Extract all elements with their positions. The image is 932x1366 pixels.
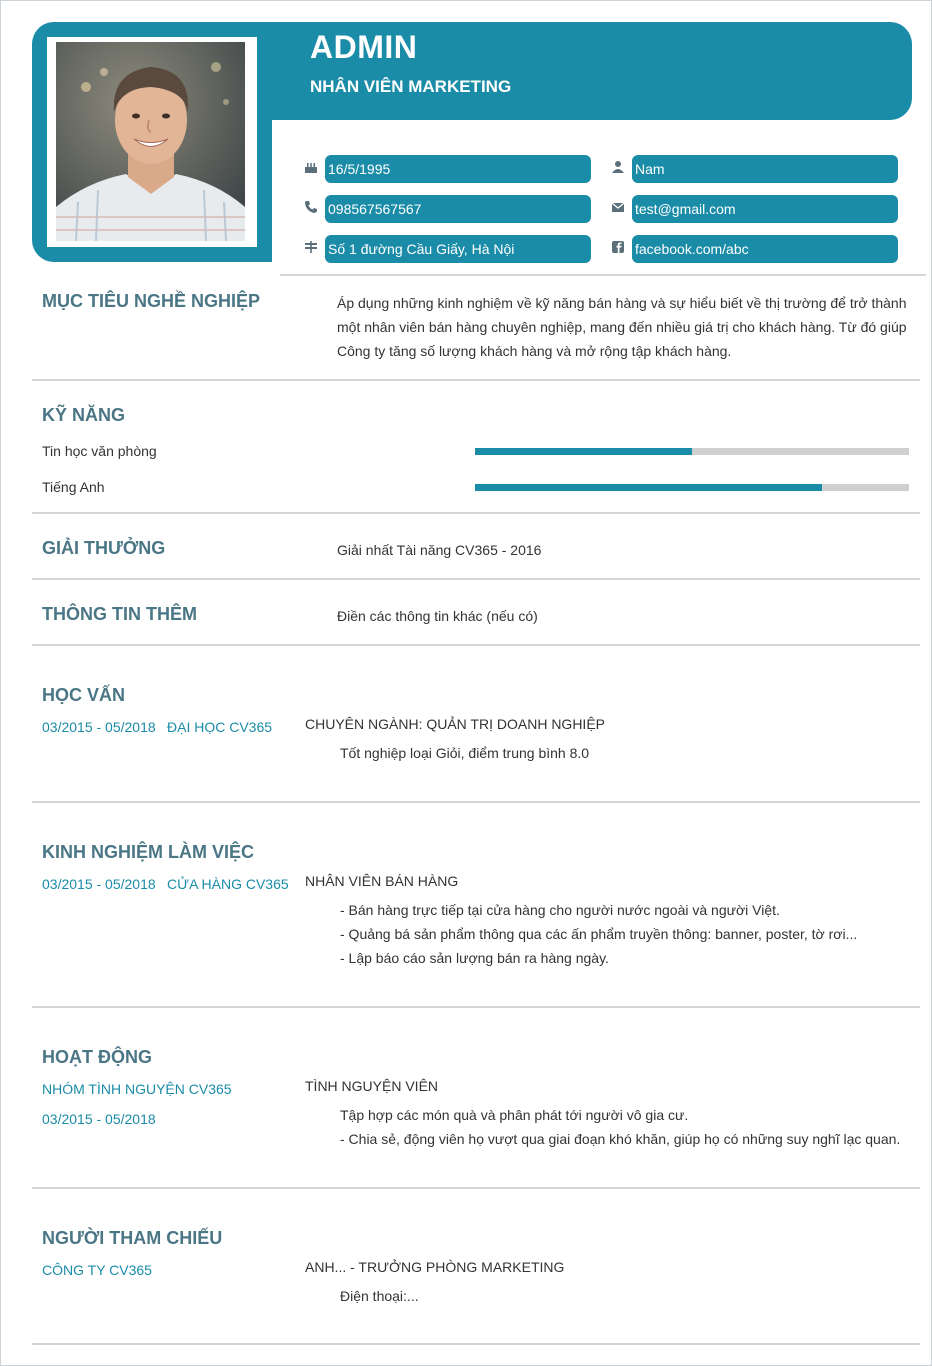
objective-line: Áp dụng những kinh nghiệm về kỹ năng bán… (337, 295, 907, 311)
map-marker-icon (303, 240, 319, 256)
phone-field: 098567567567 (325, 195, 591, 223)
skill-bar-fill (475, 484, 823, 491)
gender-field: Nam (632, 155, 898, 183)
objective-line: Công ty tăng số lượng khách hàng và mở r… (337, 343, 732, 359)
user-icon (610, 160, 626, 176)
divider (32, 379, 920, 381)
birthday-field: 16/5/1995 (325, 155, 591, 183)
divider (32, 578, 920, 580)
skill-label: Tiếng Anh (42, 479, 105, 495)
activities-role: TÌNH NGUYỆN VIÊN (305, 1078, 439, 1094)
skill-bar (475, 448, 909, 455)
candidate-job-title: NHÂN VIÊN MARKETING (310, 77, 512, 96)
activities-period: 03/2015 - 05/2018 (42, 1111, 156, 1127)
envelope-icon (610, 200, 626, 216)
references-company: CÔNG TY CV365 (42, 1262, 152, 1278)
references-phone: Điện thoại:... (340, 1288, 419, 1304)
cv-page: ADMIN NHÂN VIÊN MARKETING 16/5/1995 Nam … (0, 0, 932, 1366)
experience-period: 03/2015 - 05/2018 (42, 876, 156, 892)
activities-title: HOẠT ĐỘNG (42, 1047, 152, 1067)
activities-org: NHÓM TÌNH NGUYỆN CV365 (42, 1081, 232, 1097)
activities-line: - Chia sẻ, động viên họ vượt qua giai đo… (340, 1131, 901, 1147)
extra-info-title: THÔNG TIN THÊM (42, 604, 197, 624)
skills-title: KỸ NĂNG (42, 405, 126, 425)
experience-line: - Quảng bá sản phẩm thông qua các ấn phẩ… (340, 926, 858, 942)
education-school: ĐẠI HỌC CV365 (167, 719, 273, 735)
divider (32, 1343, 920, 1345)
address-field: Số 1 đường Cầu Giấy, Hà Nội (325, 235, 591, 263)
facebook-icon (610, 240, 626, 256)
birthday-cake-icon (303, 160, 319, 176)
divider (32, 1006, 920, 1008)
experience-line: - Bán hàng trực tiếp tại cửa hàng cho ng… (340, 902, 780, 918)
activities-line: Tập hợp các món quà và phân phát tới ngư… (340, 1107, 689, 1123)
experience-title: KINH NGHIỆM LÀM VIỆC (42, 842, 255, 862)
objective-line: một nhân viên bán hàng chuyên nghiệp, ma… (337, 319, 907, 335)
extra-info-text: Điền các thông tin khác (nếu có) (337, 608, 538, 624)
candidate-name: ADMIN (310, 29, 418, 65)
email-field: test@gmail.com (632, 195, 898, 223)
education-title: HỌC VẤN (42, 685, 126, 705)
skill-bar-fill (475, 448, 692, 455)
experience-position: NHÂN VIÊN BÁN HÀNG (305, 873, 459, 889)
skill-label: Tin học văn phòng (42, 443, 157, 459)
experience-line: - Lập báo cáo sản lượng bán ra hàng ngày… (340, 950, 609, 966)
experience-company: CỬA HÀNG CV365 (167, 876, 289, 892)
divider (32, 644, 920, 646)
references-person: ANH... - TRƯỞNG PHÒNG MARKETING (305, 1259, 565, 1275)
facebook-field: facebook.com/abc (632, 235, 898, 263)
divider (32, 801, 920, 803)
awards-title: GIẢI THƯỞNG (42, 538, 166, 558)
divider (280, 274, 926, 276)
divider (32, 1187, 920, 1189)
award-text: Giải nhất Tài năng CV365 - 2016 (337, 542, 542, 558)
references-title: NGƯỜI THAM CHIẾU (42, 1228, 223, 1248)
education-detail: Tốt nghiệp loại Giỏi, điểm trung bình 8.… (340, 745, 590, 761)
education-major: CHUYÊN NGÀNH: QUẢN TRỊ DOANH NGHIỆP (305, 716, 605, 732)
divider (32, 512, 920, 514)
phone-icon (303, 200, 319, 216)
objective-title: MỤC TIÊU NGHỀ NGHIỆP (42, 291, 261, 311)
education-period: 03/2015 - 05/2018 (42, 719, 156, 735)
profile-photo (56, 42, 245, 241)
skill-bar (475, 484, 909, 491)
